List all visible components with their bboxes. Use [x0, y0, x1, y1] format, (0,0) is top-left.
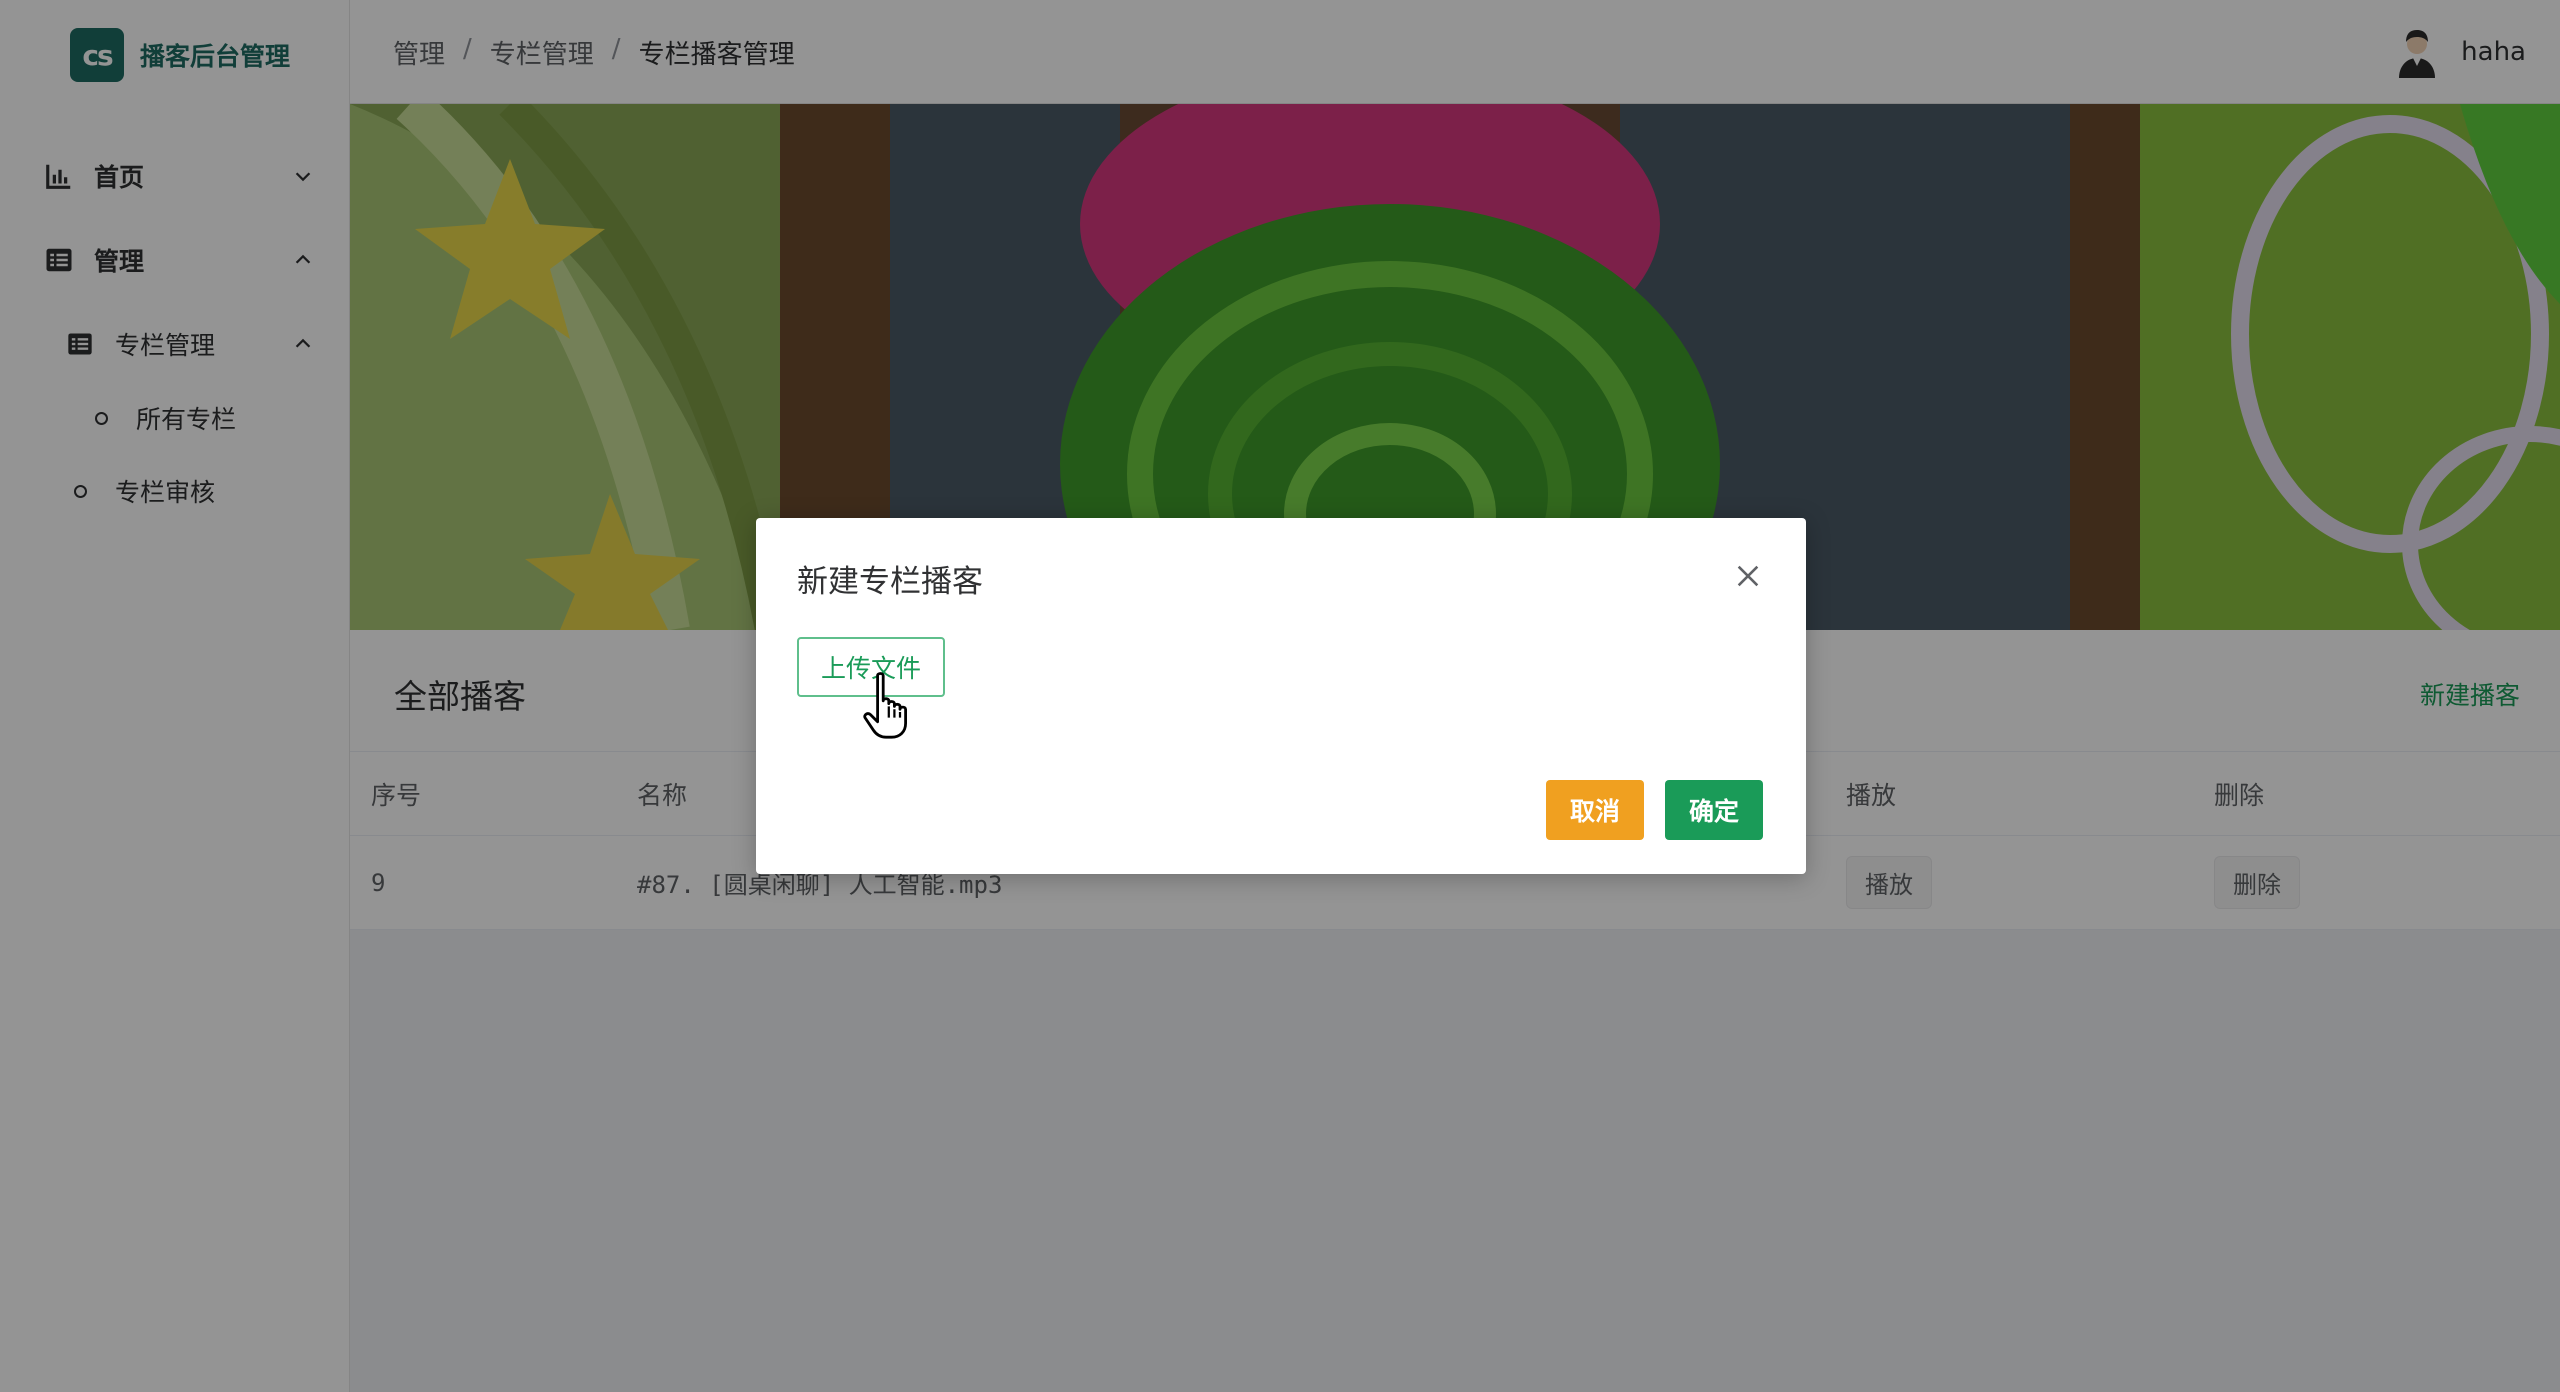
cancel-button[interactable]: 取消 [1546, 780, 1644, 840]
confirm-button[interactable]: 确定 [1665, 780, 1763, 840]
hand-cursor-icon [863, 672, 907, 739]
dialog-title: 新建专栏播客 [797, 564, 983, 600]
close-icon[interactable] [1734, 562, 1762, 590]
app-root: cs 播客后台管理 首页 管理 专栏管理 所有专栏 专栏审核 管理 / 专栏管理… [0, 0, 2560, 1392]
